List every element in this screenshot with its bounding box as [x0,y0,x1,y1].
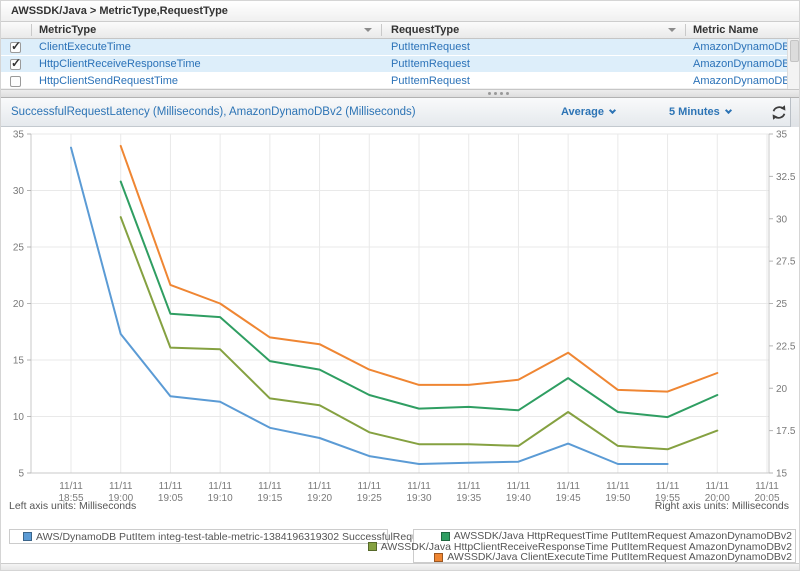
svg-text:11/11: 11/11 [457,481,481,492]
svg-text:20: 20 [776,384,788,395]
breadcrumb[interactable]: AWSSDK/Java > MetricType,RequestType [1,1,799,22]
svg-text:32.5: 32.5 [776,172,796,183]
svg-text:11/11: 11/11 [308,481,332,492]
svg-text:11/11: 11/11 [407,481,431,492]
svg-text:19:40: 19:40 [506,493,531,504]
svg-text:20: 20 [13,299,25,310]
column-header-metrictype[interactable]: MetricType [39,22,96,38]
svg-text:15: 15 [776,469,788,480]
cell-metric-type[interactable]: HttpClientReceiveResponseTime [39,56,201,72]
cell-metric-type[interactable]: ClientExecuteTime [39,39,131,55]
svg-text:11/11: 11/11 [208,481,232,492]
svg-text:11/11: 11/11 [656,481,680,492]
table-scrollbar-thumb[interactable] [790,40,799,62]
breadcrumb-label: AWSSDK/Java > MetricType,RequestType [11,5,228,17]
svg-text:11/11: 11/11 [109,481,133,492]
cell-metric-name[interactable]: AmazonDynamoDBv2 [693,39,800,55]
column-separator [381,24,382,36]
svg-text:11/11: 11/11 [358,481,382,492]
chevron-down-icon [725,107,732,114]
svg-text:27.5: 27.5 [776,257,796,268]
row-checkbox[interactable] [10,42,21,53]
legend-left-box: AWS/DynamoDB PutItem integ-test-table-me… [9,529,388,544]
right-axis-units-label: Right axis units: Milliseconds [655,500,789,512]
row-checkbox[interactable] [10,59,21,70]
svg-text:11/11: 11/11 [755,481,779,492]
statistic-dropdown[interactable]: Average [561,98,615,126]
cell-request-type[interactable]: PutItemRequest [391,73,470,89]
svg-text:19:05: 19:05 [158,493,183,504]
bottom-strip [1,563,799,571]
svg-text:25: 25 [776,299,788,310]
table-row[interactable]: HttpClientSendRequestTime PutItemRequest… [1,73,787,89]
statistic-dropdown-label: Average [561,106,604,118]
svg-text:25: 25 [13,243,25,254]
period-dropdown[interactable]: 5 Minutes [669,98,731,126]
svg-text:11/11: 11/11 [556,481,580,492]
cloudwatch-metrics-widget: AWSSDK/Java > MetricType,RequestType Met… [0,0,800,571]
chart-title: SuccessfulRequestLatency (Milliseconds),… [11,98,416,126]
svg-text:11/11: 11/11 [507,481,531,492]
column-separator [31,24,32,36]
svg-text:11/11: 11/11 [606,481,630,492]
pane-splitter[interactable] [1,89,799,98]
svg-text:5: 5 [18,469,24,480]
chart-scrollbar-cap[interactable] [790,98,800,127]
cell-metric-name[interactable]: AmazonDynamoDBv2 [693,56,800,72]
column-header-metricname[interactable]: Metric Name [693,22,758,38]
cell-metric-name[interactable]: AmazonDynamoDBv2 [693,73,800,89]
svg-text:10: 10 [13,412,25,423]
svg-text:30: 30 [13,186,25,197]
metrics-table-header: MetricType RequestType Metric Name [1,22,799,39]
column-separator [685,24,686,36]
legend-item[interactable]: AWSSDK/Java ClientExecuteTime PutItemReq… [414,552,795,563]
period-dropdown-label: 5 Minutes [669,106,720,118]
svg-text:35: 35 [776,130,788,141]
svg-text:30: 30 [776,214,788,225]
sort-arrow-icon[interactable] [364,28,372,32]
left-axis-units-label: Left axis units: Milliseconds [9,500,136,512]
table-scrollbar[interactable] [787,39,800,89]
row-checkbox[interactable] [10,76,21,87]
series-swatch-blue [23,532,32,541]
svg-text:19:35: 19:35 [456,493,481,504]
svg-text:11/11: 11/11 [706,481,730,492]
refresh-icon [770,104,788,121]
metrics-table-rows: ClientExecuteTime PutItemRequest AmazonD… [1,39,799,89]
svg-text:19:20: 19:20 [307,493,332,504]
svg-text:11/11: 11/11 [59,481,83,492]
column-header-requesttype[interactable]: RequestType [391,22,459,38]
legend-right-box: AWSSDK/Java HttpRequestTime PutItemReque… [413,529,796,563]
svg-text:19:45: 19:45 [556,493,581,504]
chevron-down-icon [609,107,616,114]
latency-line-chart[interactable]: 35302520151053532.53027.52522.52017.5151… [1,127,800,516]
table-row[interactable]: HttpClientReceiveResponseTime PutItemReq… [1,56,787,73]
svg-text:11/11: 11/11 [159,481,183,492]
cell-request-type[interactable]: PutItemRequest [391,39,470,55]
legend-label: AWSSDK/Java ClientExecuteTime PutItemReq… [447,551,792,563]
svg-text:11/11: 11/11 [258,481,282,492]
series-swatch-orange [434,553,443,562]
legend-item[interactable]: AWS/DynamoDB PutItem integ-test-table-me… [10,530,387,543]
cell-metric-type[interactable]: HttpClientSendRequestTime [39,73,178,89]
svg-text:35: 35 [13,130,25,141]
refresh-button[interactable] [770,104,788,121]
svg-text:19:25: 19:25 [357,493,382,504]
cell-request-type[interactable]: PutItemRequest [391,56,470,72]
series-swatch-olive [368,542,377,551]
splitter-handle-icon[interactable] [488,92,509,95]
svg-text:15: 15 [13,356,25,367]
svg-text:19:50: 19:50 [605,493,630,504]
series-swatch-green [441,532,450,541]
chart-header: SuccessfulRequestLatency (Milliseconds),… [1,98,799,127]
svg-text:22.5: 22.5 [776,341,796,352]
svg-text:19:10: 19:10 [208,493,233,504]
svg-text:19:30: 19:30 [406,493,431,504]
table-row[interactable]: ClientExecuteTime PutItemRequest AmazonD… [1,39,787,56]
svg-text:17.5: 17.5 [776,426,796,437]
sort-arrow-icon[interactable] [668,28,676,32]
svg-text:19:15: 19:15 [257,493,282,504]
